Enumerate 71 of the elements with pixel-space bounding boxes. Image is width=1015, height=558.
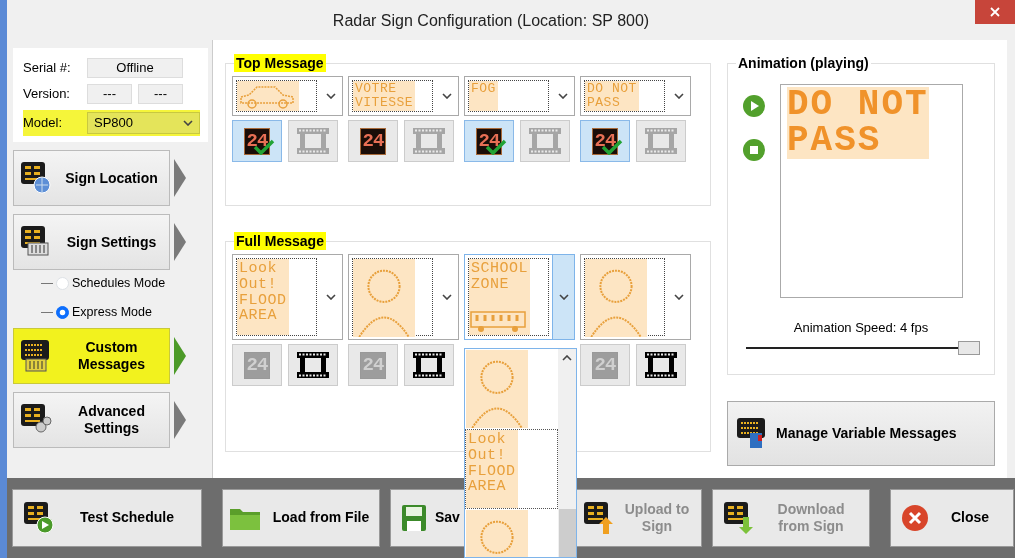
sign-icon <box>20 225 52 259</box>
speed-display-button[interactable]: 24 <box>464 120 514 163</box>
speed-label: Animation Speed: 4 fps <box>792 319 930 338</box>
toolbar-button[interactable]: Load from File <box>222 489 380 547</box>
nav-button[interactable]: Sign Settings <box>13 214 170 270</box>
animation-button[interactable] <box>404 344 454 387</box>
chevron-down-icon <box>183 120 193 126</box>
arrow-icon <box>173 399 187 440</box>
close-button[interactable] <box>975 0 1015 24</box>
version-field: --- <box>87 84 132 104</box>
chevron-down-icon <box>326 294 336 301</box>
nav-button[interactable]: Advanced Settings <box>13 391 170 448</box>
group-title: Full Message <box>234 232 326 251</box>
sign-message-text: FOG <box>469 81 498 112</box>
version-field: --- <box>138 84 183 104</box>
field-label: Version: <box>23 85 71 104</box>
animation-button[interactable] <box>288 344 338 387</box>
play-button[interactable] <box>742 94 766 119</box>
chevron-down-icon <box>674 294 684 301</box>
sign-icon <box>583 501 615 535</box>
field-label: Serial #: <box>23 59 72 78</box>
close-icon <box>990 7 1000 17</box>
scrollbar[interactable] <box>558 349 576 557</box>
toolbar-button[interactable]: Test Schedule <box>12 489 202 547</box>
window-title: Radar Sign Configuration (Location: SP 800) <box>331 11 651 31</box>
scroll-up-icon <box>562 355 572 361</box>
sign-icon <box>23 501 55 535</box>
chevron-down-icon <box>674 93 684 100</box>
speed-display-button[interactable]: 24 <box>580 120 630 163</box>
bus-drawing <box>469 309 527 334</box>
sign-message-text: VOTRE VITESSE <box>353 81 416 112</box>
sign-message-text: DO NOT PASS <box>787 87 929 160</box>
scrollbar-thumb[interactable] <box>558 509 576 557</box>
serial-field: Offline <box>87 58 183 78</box>
group-title: Top Message <box>234 54 326 73</box>
stop-icon <box>742 138 766 163</box>
sign-icon <box>20 161 52 195</box>
sign-icon <box>723 501 755 535</box>
speed-display-button[interactable]: 24 <box>232 120 282 163</box>
nav-button[interactable]: Custom Messages <box>13 327 170 384</box>
chevron-down-icon <box>442 93 452 100</box>
speed-slider[interactable] <box>746 339 980 356</box>
stop-button[interactable] <box>742 138 766 163</box>
speed-display-button[interactable]: 24 <box>348 120 398 163</box>
sign-message-text: Look Out! FLOOD AREA <box>466 430 518 508</box>
chevron-down-icon <box>558 294 569 301</box>
toolbar-button[interactable]: Close <box>890 489 1014 547</box>
chevron-down-icon <box>326 93 336 100</box>
chevron-down-icon <box>442 294 452 301</box>
sign-message-text: SCHOOL ZONE <box>470 259 529 295</box>
play-icon <box>742 94 766 119</box>
slider-thumb[interactable] <box>958 340 980 355</box>
animation-button[interactable] <box>636 344 686 387</box>
model-dropdown[interactable]: SP800 <box>87 112 200 134</box>
arrow-icon <box>173 335 187 376</box>
field-label: Model: <box>23 114 64 133</box>
close-icon <box>901 504 929 532</box>
manage-button[interactable]: Manage Variable Messages <box>727 400 995 466</box>
arrow-icon <box>173 222 187 262</box>
group-title: Animation (playing) <box>737 54 870 73</box>
floppy-icon <box>401 504 427 532</box>
chevron-down-icon <box>558 93 568 100</box>
sign-message-text: DO NOT PASS <box>585 81 639 112</box>
sign-message-text: Look Out! FLOOD AREA <box>237 259 289 336</box>
arrow-icon <box>173 158 187 198</box>
message-dropdown[interactable] <box>232 76 343 117</box>
option-label: Express Mode <box>72 303 152 321</box>
radio-button[interactable] <box>56 305 69 319</box>
nav-button[interactable]: Sign Location <box>13 150 170 206</box>
option-label: Schedules Mode <box>72 275 166 292</box>
car-drawing <box>237 81 299 112</box>
